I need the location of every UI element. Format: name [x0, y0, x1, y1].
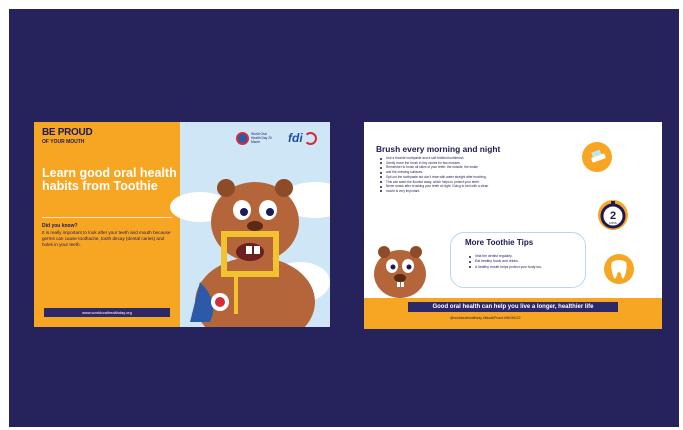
- toothie-illustration-panel: World Oral Health Day 20 March fdi: [170, 122, 330, 327]
- presentation-slide: BE PROUD OF YOUR MOUTH Learn good oral h…: [9, 9, 679, 427]
- campaign-logo-subtitle: OF YOUR MOUTH: [42, 139, 85, 145]
- brushing-steps-list: Use a fluoride toothpaste and a soft bri…: [380, 156, 572, 194]
- fdi-logo: fdi: [288, 130, 317, 146]
- card2-title: Brush every morning and night: [376, 144, 501, 154]
- card2-footer: Good oral health can help you live a lon…: [364, 298, 662, 329]
- toothbrush-icon: [582, 142, 612, 172]
- timer-icon: 2 MINS: [598, 200, 628, 230]
- toothbrush-glyph: [591, 149, 606, 163]
- more-tips-box: More Toothie Tips Visit the dentist regu…: [450, 232, 586, 288]
- timer-unit: MINS: [609, 221, 617, 225]
- card1-info-panel: BE PROUD OF YOUR MOUTH Learn good oral h…: [34, 122, 180, 327]
- list-item: A healthy mouth helps protect your body …: [469, 265, 542, 270]
- fdi-swirl-icon: [303, 131, 317, 145]
- campaign-logo-title: BE PROUD: [42, 127, 93, 138]
- tooth-icon: [604, 254, 634, 284]
- fdi-logo-text: fdi: [288, 131, 303, 145]
- list-item: mouth is very important.: [380, 189, 572, 194]
- toothie-habits-card: BE PROUD OF YOUR MOUTH Learn good oral h…: [34, 122, 330, 327]
- stopwatch-glyph: 2 MINS: [600, 201, 626, 229]
- did-you-know-text: It is really important to look after you…: [42, 230, 171, 247]
- brushing-tips-card: Brush every morning and night Use a fluo…: [364, 122, 662, 329]
- toothie-peeking-icon: [374, 246, 426, 298]
- tips-title: More Toothie Tips: [465, 238, 534, 247]
- health-message-banner: Good oral health can help you live a lon…: [408, 302, 618, 312]
- did-you-know-heading: Did you know?: [42, 223, 78, 229]
- whd-globe-icon: [236, 131, 249, 145]
- website-url: www.worldoralhealthday.org: [44, 308, 170, 317]
- world-oral-health-day-logo: World Oral Health Day 20 March: [236, 130, 275, 146]
- divider: [42, 217, 172, 218]
- tooth-glyph: [611, 260, 627, 279]
- tips-list: Visit the dentist regularly. Eat healthy…: [469, 254, 542, 270]
- card1-headline: Learn good oral health habits from Tooth…: [42, 166, 177, 193]
- toothie-beaver-icon: [190, 179, 315, 327]
- social-handle: @worldoralhealthday #MouthProud #WOHD22: [450, 316, 521, 320]
- whd-logo-text: World Oral Health Day 20 March: [251, 132, 272, 144]
